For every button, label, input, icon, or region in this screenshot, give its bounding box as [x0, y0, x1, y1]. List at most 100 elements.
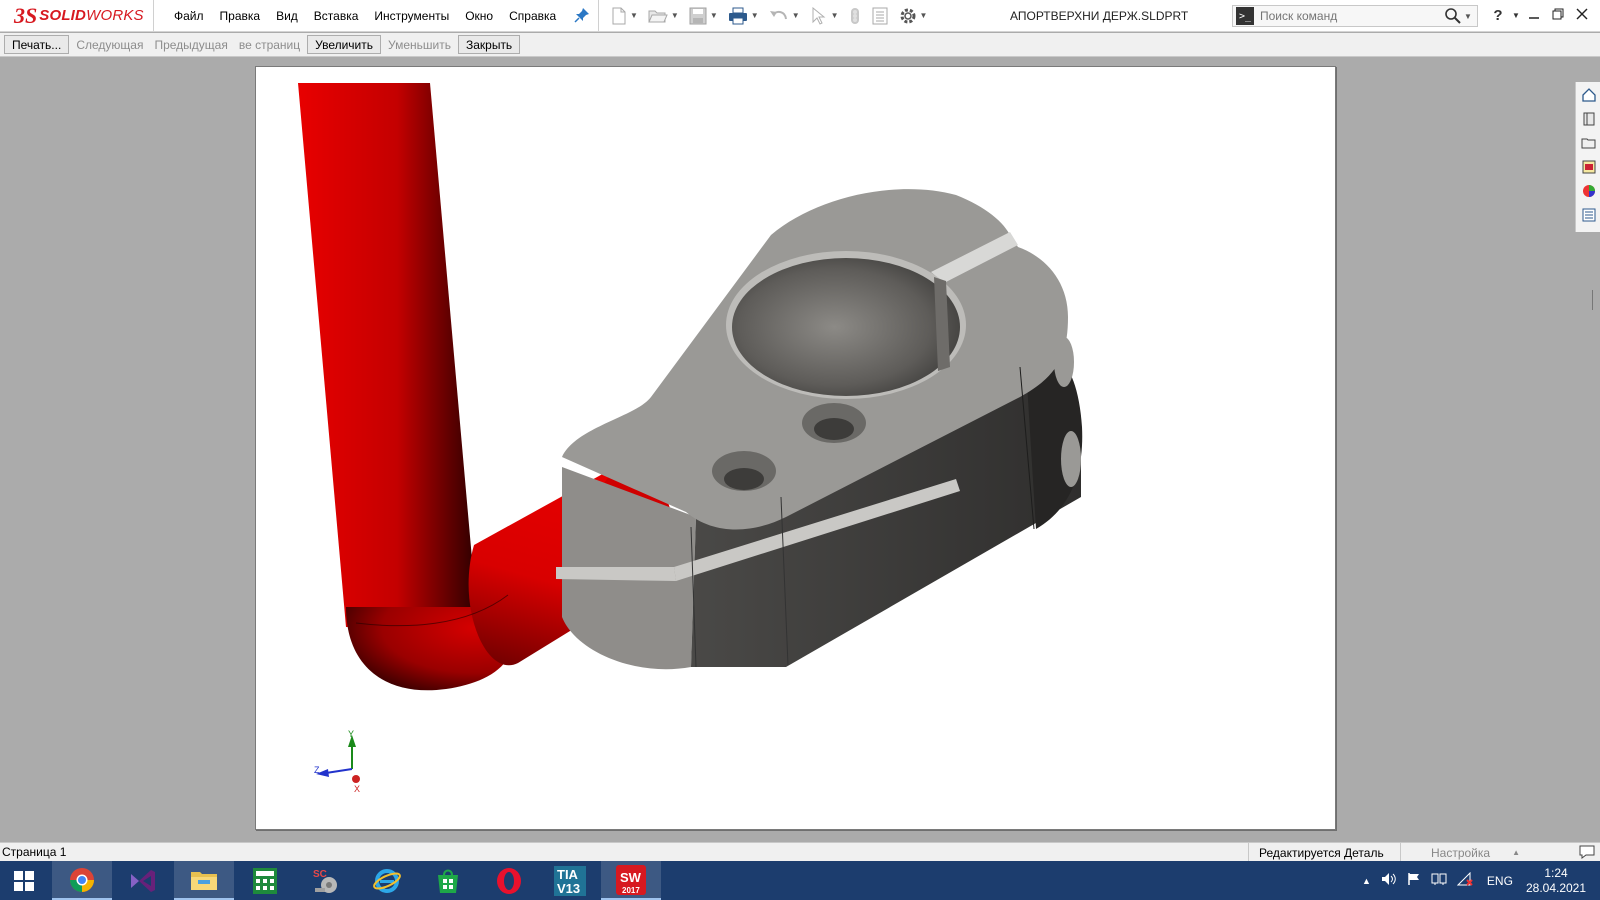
no-internet-icon[interactable]: [1456, 871, 1473, 889]
part-render: Y Z X: [298, 83, 1083, 794]
system-tray: ▲ ENG: [1362, 861, 1541, 900]
triad-x-label: X: [354, 784, 360, 794]
print-button[interactable]: Печать...: [4, 35, 70, 54]
file-explorer-icon[interactable]: [174, 861, 234, 900]
sw-label: SW: [620, 870, 642, 885]
appearances-icon[interactable]: [1578, 180, 1600, 202]
volume-icon[interactable]: [1381, 872, 1397, 889]
zoom-out-button[interactable]: Уменьшить: [384, 35, 455, 54]
search-input[interactable]: [1260, 9, 1440, 23]
pin-icon[interactable]: [574, 7, 590, 23]
help-icon[interactable]: ?: [1486, 7, 1510, 24]
options-gear-icon[interactable]: ▼: [899, 7, 928, 25]
next-page-button[interactable]: Следующая: [72, 35, 147, 54]
logo-word-works: WORKS: [86, 7, 144, 24]
chevron-down-icon[interactable]: ▼: [1510, 11, 1522, 20]
command-search: >_ ▼: [1232, 5, 1478, 27]
side-hole-1: [1054, 337, 1074, 387]
status-page: Страница 1: [2, 845, 67, 859]
zoom-in-button[interactable]: Увеличить: [307, 35, 381, 54]
chevron-up-icon[interactable]: ▲: [1362, 876, 1371, 886]
coordinate-triad: Y Z X: [314, 729, 360, 794]
close-preview-button[interactable]: Закрыть: [457, 35, 521, 54]
keyboard-language[interactable]: ENG: [1487, 874, 1513, 888]
open-folder-icon[interactable]: ▼: [648, 7, 679, 25]
chevron-down-icon[interactable]: ▼: [831, 11, 839, 20]
opera-icon[interactable]: [479, 861, 539, 900]
logo-wordmark: SOLIDWORKS: [39, 7, 144, 24]
menu-insert[interactable]: Вставка: [314, 9, 359, 23]
menu-file[interactable]: Файл: [174, 9, 204, 23]
clock-time: 1:24: [1544, 866, 1568, 880]
solidworks-logo[interactable]: 3S SOLIDWORKS: [0, 0, 154, 31]
standard-toolbar: ▼ ▼ ▼ ▼ ▼ ▼ ▼: [598, 0, 937, 31]
file-explorer-icon[interactable]: [1578, 132, 1600, 154]
search-icon[interactable]: [1444, 7, 1462, 25]
tia-portal-icon[interactable]: TIA V13: [540, 861, 600, 900]
status-settings-label: Настройка: [1431, 845, 1491, 860]
scada-icon[interactable]: SC: [296, 861, 356, 900]
tooltip-balloon-icon[interactable]: [1578, 844, 1596, 860]
chevron-down-icon[interactable]: ▼: [792, 11, 800, 20]
menu-help[interactable]: Справка: [509, 9, 556, 23]
file-properties-icon[interactable]: [871, 7, 889, 25]
chevron-down-icon[interactable]: ▼: [630, 11, 638, 20]
status-mode: Редактируется Деталь: [1248, 843, 1384, 862]
menu-tools[interactable]: Инструменты: [374, 9, 449, 23]
menu-window[interactable]: Окно: [465, 9, 493, 23]
clock-date: 28.04.2021: [1525, 881, 1587, 895]
visual-studio-icon[interactable]: [113, 861, 173, 900]
preview-page[interactable]: Y Z X: [255, 66, 1336, 830]
ds-logo-mark: 3S: [14, 2, 38, 28]
undo-icon[interactable]: ▼: [769, 7, 800, 25]
tia-label: TIA: [557, 867, 579, 882]
save-icon[interactable]: ▼: [689, 7, 718, 25]
document-title: АПОРТВЕРХНИ ДЕРЖ.SLDPRT: [1010, 9, 1189, 23]
home-icon[interactable]: [1578, 84, 1600, 106]
print-icon[interactable]: ▼: [728, 7, 759, 25]
traffic-light-icon[interactable]: [849, 7, 861, 25]
windows-start-icon[interactable]: [0, 861, 48, 900]
chevron-down-icon[interactable]: ▼: [920, 11, 928, 20]
print-preview-area: Y Z X: [0, 58, 1600, 842]
command-prompt-icon: >_: [1236, 7, 1254, 25]
chevron-down-icon[interactable]: ▼: [751, 11, 759, 20]
custom-properties-icon[interactable]: [1578, 204, 1600, 226]
new-document-icon[interactable]: ▼: [611, 7, 638, 25]
tia-version: V13: [557, 881, 580, 896]
sw-version: 2017: [622, 886, 640, 895]
store-icon[interactable]: [418, 861, 478, 900]
close-icon[interactable]: [1570, 8, 1594, 23]
restore-icon[interactable]: [1546, 8, 1570, 23]
previous-page-button[interactable]: Предыдущая: [150, 35, 231, 54]
view-palette-icon[interactable]: [1578, 156, 1600, 178]
select-arrow-icon[interactable]: ▼: [810, 6, 839, 25]
main-bore: [732, 258, 960, 396]
windows-taskbar: SC TIA V13 SW 2017 ▲ ENG 1:24 28.04.2021: [0, 861, 1600, 900]
chevron-down-icon[interactable]: ▼: [671, 11, 679, 20]
calculator-sheet-icon[interactable]: [235, 861, 295, 900]
triad-y-label: Y: [348, 729, 354, 739]
internet-explorer-icon[interactable]: [357, 861, 417, 900]
menu-edit[interactable]: Правка: [220, 9, 261, 23]
status-bar: Страница 1 Редактируется Деталь Настройк…: [0, 842, 1600, 862]
status-settings[interactable]: Настройка ▲: [1400, 843, 1560, 862]
chrome-icon[interactable]: [52, 861, 112, 900]
chevron-down-icon[interactable]: ▼: [710, 11, 718, 20]
tube-vertical: [298, 83, 478, 627]
flag-icon[interactable]: [1407, 872, 1421, 889]
menu-view[interactable]: Вид: [276, 9, 298, 23]
title-bar: 3S SOLIDWORKS Файл Правка Вид Вставка Ин…: [0, 0, 1600, 32]
design-library-icon[interactable]: [1578, 108, 1600, 130]
chevron-down-icon[interactable]: ▼: [1464, 12, 1472, 21]
menu-bar: Файл Правка Вид Вставка Инструменты Окно…: [174, 0, 572, 31]
solidworks-icon[interactable]: SW 2017: [601, 861, 661, 900]
network-icon[interactable]: [1431, 872, 1447, 889]
task-pane-scroll-handle[interactable]: [1592, 290, 1598, 310]
window-controls: ? ▼: [1486, 0, 1594, 31]
minimize-icon[interactable]: [1522, 8, 1546, 23]
task-pane: [1575, 82, 1600, 232]
side-hole-2: [1061, 431, 1081, 487]
two-pages-button[interactable]: ве страниц: [235, 35, 304, 54]
system-clock[interactable]: 1:24 28.04.2021: [1522, 866, 1590, 896]
